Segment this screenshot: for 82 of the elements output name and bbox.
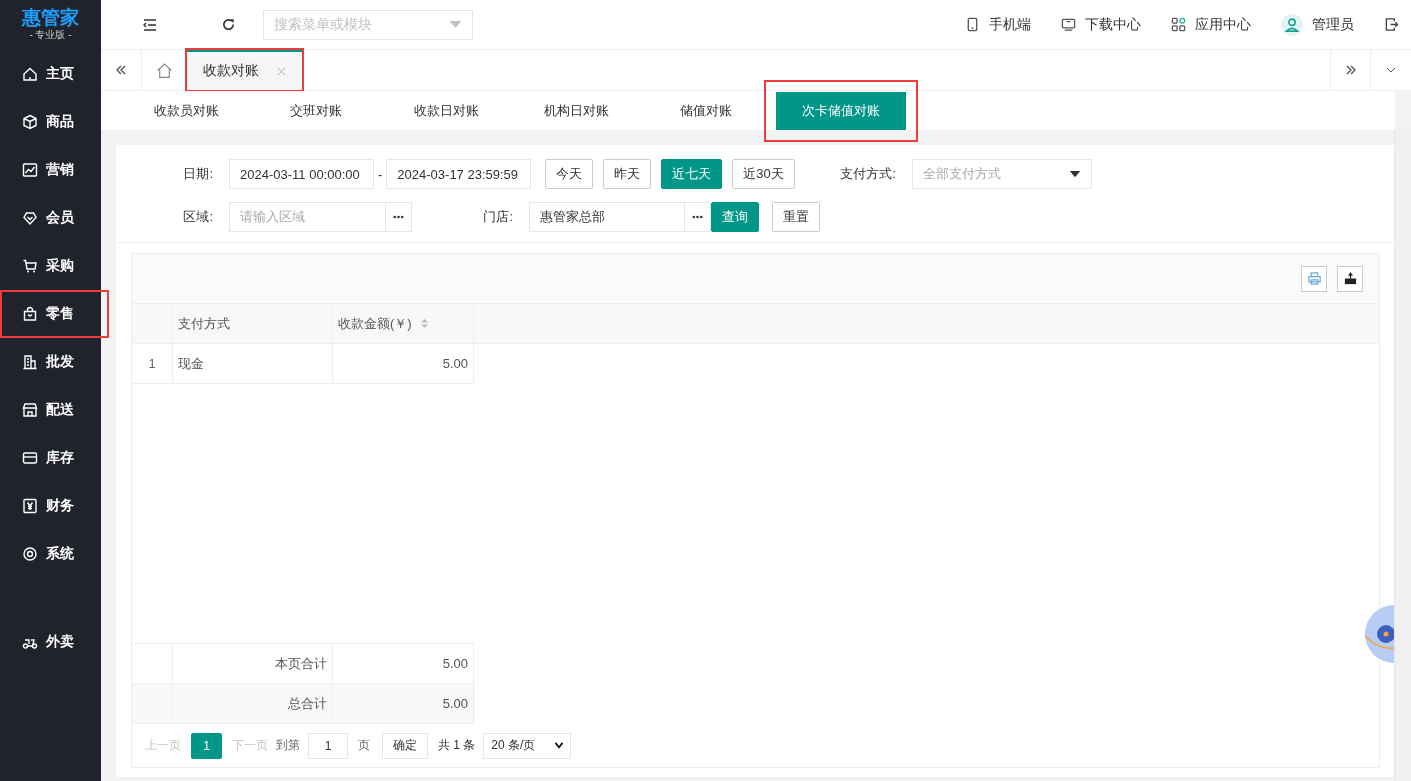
sidebar-item[interactable]: 库存	[0, 434, 101, 482]
heart-icon	[22, 210, 38, 226]
sidebar-item[interactable]: 系统	[0, 530, 101, 578]
caret-icon	[1068, 170, 1081, 178]
report-tab[interactable]: 机构日对账	[511, 91, 641, 130]
chart-icon	[22, 162, 38, 178]
range-button[interactable]: 今天	[545, 159, 594, 189]
logout-icon[interactable]	[1384, 17, 1399, 32]
cart-icon	[22, 258, 38, 274]
table-cell: 5.00	[333, 344, 474, 383]
date-field[interactable]: 2024-03-11 00:00:00	[229, 159, 374, 189]
sidebar-item[interactable]: 零售	[0, 290, 109, 338]
page-unit: 页	[358, 737, 370, 754]
tray-icon	[22, 450, 38, 466]
sidebar-item[interactable]: 商品	[0, 98, 101, 146]
user-icon[interactable]	[1281, 13, 1303, 36]
field-label: 区域:	[182, 208, 214, 226]
toolbar-link[interactable]: 下载中心	[1085, 15, 1141, 34]
shop-icon	[22, 402, 38, 418]
apps-icon[interactable]	[1171, 17, 1186, 32]
double-chevron-right-icon	[1344, 64, 1357, 76]
sidebar-item[interactable]: 外卖	[0, 618, 101, 666]
cube-icon	[22, 114, 38, 130]
export-icon	[1342, 271, 1358, 286]
house-icon[interactable]	[156, 61, 173, 79]
confirm-button[interactable]: 确定	[382, 732, 428, 759]
more-icon[interactable]	[691, 215, 704, 219]
range-button[interactable]: 昨天	[603, 159, 652, 189]
total-count: 共 1 条	[438, 737, 476, 754]
range-button[interactable]: 近30天	[732, 159, 795, 189]
edition-label: - 专业版 -	[29, 28, 72, 42]
chevron-down-icon	[554, 742, 565, 749]
sidebar-item[interactable]: 采购	[0, 242, 101, 290]
house-icon	[22, 66, 38, 82]
sidebar-item[interactable]: 会员	[0, 194, 101, 242]
sort-icon	[419, 318, 429, 329]
field-label: 支付方式:	[839, 165, 897, 183]
sidebar-item[interactable]: 配送	[0, 386, 101, 434]
toolbar-link[interactable]: 管理员	[1312, 15, 1354, 34]
row-number: 1	[132, 344, 173, 383]
assistant-icon[interactable]	[1364, 604, 1394, 664]
page-size-select[interactable]: 20 条/页	[483, 732, 572, 759]
date-field[interactable]: 2024-03-17 23:59:59	[386, 159, 532, 189]
report-tab[interactable]: 收款日对账	[381, 91, 511, 130]
phone-icon[interactable]	[965, 17, 980, 32]
yen-icon	[22, 498, 38, 514]
column-header[interactable]: 收款金额(￥)	[333, 304, 474, 343]
report-tab[interactable]: 储值对账	[641, 91, 771, 130]
bag-icon	[22, 306, 38, 322]
table-cell: 现金	[173, 344, 333, 383]
field-label: 日期:	[182, 165, 214, 183]
table-cell: 5.00	[333, 644, 474, 683]
caret-icon	[449, 20, 462, 29]
gear-icon	[22, 546, 38, 562]
logo-text: 惠管家	[22, 8, 79, 28]
printer-icon	[1306, 271, 1322, 286]
toolbar-link[interactable]: 应用中心	[1195, 15, 1251, 34]
report-tab[interactable]: 次卡储值对账	[776, 91, 906, 130]
double-chevron-left-icon	[115, 64, 127, 76]
range-separator: -	[378, 166, 383, 182]
building-icon	[22, 354, 38, 370]
page-tab[interactable]: 收款对账	[187, 50, 302, 90]
sidebar-item[interactable]: 主页	[0, 50, 101, 98]
report-tab[interactable]: 收款员对账	[121, 91, 251, 130]
toolbar-link[interactable]: 手机端	[989, 15, 1031, 34]
reset-button[interactable]: 重置	[772, 202, 820, 232]
total-label: 本页合计	[173, 644, 333, 683]
page-number[interactable]: 1	[191, 732, 222, 759]
sidebar-item[interactable]: 财务	[0, 482, 101, 530]
search-button[interactable]: 查询	[711, 202, 759, 232]
more-icon[interactable]	[392, 215, 405, 219]
sidebar-item[interactable]: 批发	[0, 338, 101, 386]
column-header: 支付方式	[173, 304, 333, 343]
sidebar-item[interactable]: 营销	[0, 146, 101, 194]
report-tab[interactable]: 交班对账	[251, 91, 381, 130]
range-button[interactable]: 近七天	[661, 159, 723, 189]
field-label: 门店:	[482, 208, 514, 226]
monitor-icon[interactable]	[1061, 17, 1076, 32]
goto-label: 到第	[276, 737, 300, 754]
page-input[interactable]: 1	[308, 732, 348, 759]
store-field[interactable]: 惠管家总部	[529, 202, 685, 232]
export-button[interactable]	[1337, 265, 1363, 292]
